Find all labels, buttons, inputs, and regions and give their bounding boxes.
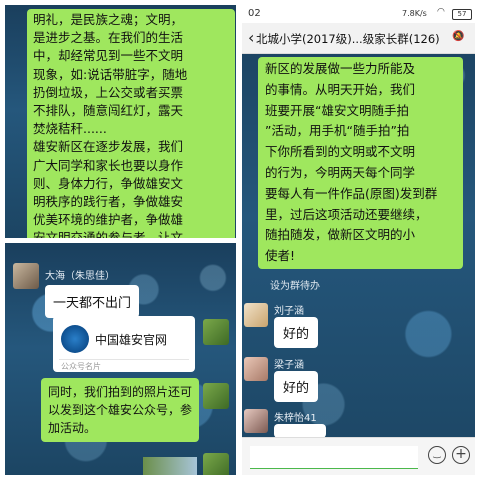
official-account-card[interactable]: 中国雄安官网 公众号名片: [53, 316, 195, 372]
reply-1-name: 刘子涵: [274, 306, 304, 317]
avatar-reply-2[interactable]: [244, 357, 268, 381]
self-avatar-2[interactable]: [203, 383, 229, 409]
reply-2-bubble[interactable]: 好的: [274, 371, 319, 402]
input-bar: ‿ +: [242, 437, 475, 475]
status-speed: 7.8K/s: [402, 9, 427, 18]
card-divider: [59, 359, 189, 360]
reply-1-bubble[interactable]: 好的: [274, 317, 319, 348]
reply-3-name: 朱梓怡41: [274, 413, 317, 424]
wifi-icon: ◠: [437, 7, 445, 17]
battery-icon: 57: [452, 9, 472, 20]
image-thumbnail[interactable]: [143, 457, 197, 475]
message-bubble-1[interactable]: 一天都不出门: [45, 285, 140, 318]
chat-panel-bottom-left: 大海（朱思佳） 一天都不出门 中国雄安官网 公众号名片 同时，我们拍到的照片还可…: [5, 243, 236, 475]
status-bar: 02 7.8K/s ◠ 57: [242, 5, 475, 23]
message-bubble-2[interactable]: 同时，我们拍到的照片还可 以发到这个雄安公众号，参 加活动。: [41, 378, 199, 442]
sender-name: 大海（朱思佳）: [45, 271, 115, 282]
reply-2-name: 梁子涵: [274, 360, 304, 371]
mute-icon: 🔕: [452, 31, 465, 42]
emoji-icon[interactable]: ‿: [428, 446, 446, 464]
pending-label[interactable]: 设为群待办: [270, 277, 320, 292]
account-logo-icon: [61, 325, 89, 353]
card-footer: 公众号名片: [61, 362, 101, 371]
back-arrow-icon[interactable]: ‹: [248, 28, 254, 47]
self-avatar-3[interactable]: [203, 453, 229, 475]
group-title: 北城小学(2017级)...级家长群(126): [256, 32, 440, 46]
add-icon[interactable]: +: [452, 446, 470, 464]
message-input[interactable]: [250, 446, 418, 469]
avatar[interactable]: [13, 263, 39, 289]
card-title: 中国雄安官网: [95, 333, 168, 347]
chat-header: ‹ 北城小学(2017级)...级家长群(126) 🔕: [242, 23, 475, 54]
chat-panel-top-left: 明礼，是民族之魂；文明， 是进步之基。在我们的生活 中，却经常见到一些不文明 现…: [5, 5, 236, 238]
reply-3-bubble[interactable]: [274, 424, 326, 438]
message-bubble-main[interactable]: 新区的发展做一些力所能及 的事情。从明天开始，我们 班要开展“雄安文明随手拍 ”…: [258, 57, 463, 269]
status-time: 02: [248, 8, 261, 19]
message-bubble-long[interactable]: 明礼，是民族之魂；文明， 是进步之基。在我们的生活 中，却经常见到一些不文明 现…: [27, 9, 235, 238]
chat-panel-right: 02 7.8K/s ◠ 57 ‹ 北城小学(2017级)...级家长群(126)…: [242, 5, 475, 475]
self-avatar[interactable]: [203, 319, 229, 345]
avatar-reply-3[interactable]: [244, 409, 268, 433]
avatar-reply-1[interactable]: [244, 303, 268, 327]
